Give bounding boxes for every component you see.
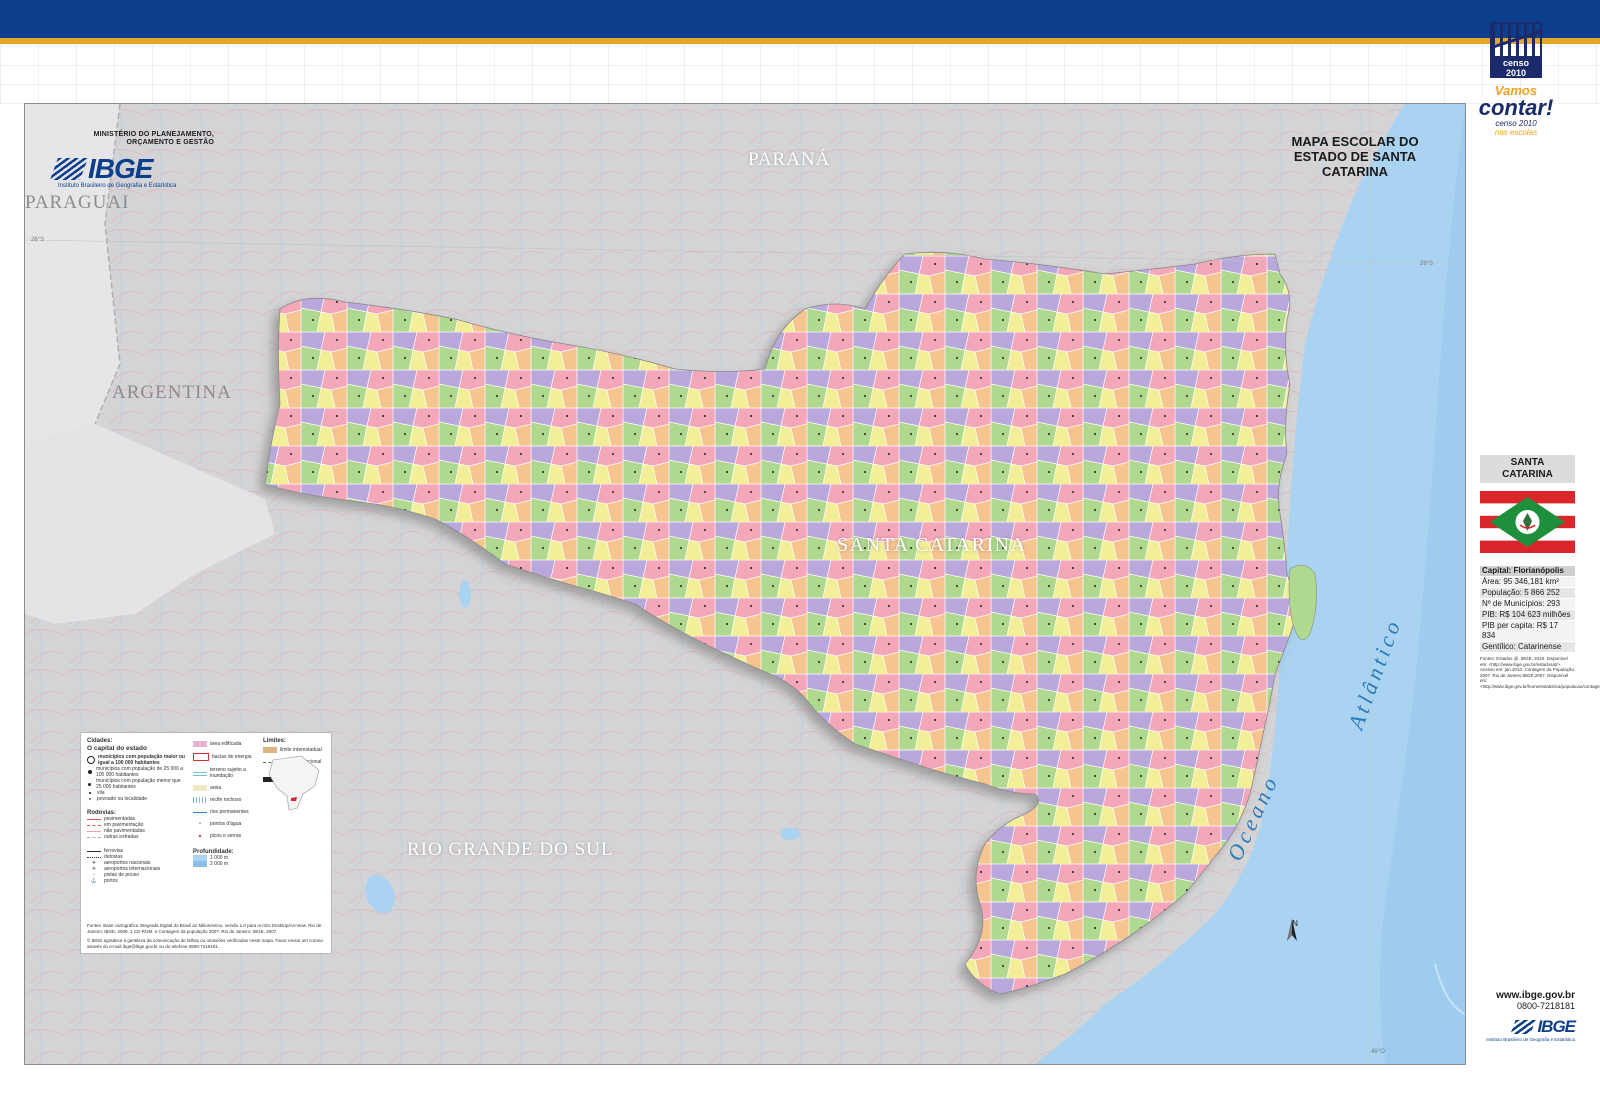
contar-text: contar!: [1478, 95, 1554, 120]
legend-area-row: ▲ picos e serras: [197, 833, 242, 839]
coord-label-bottom: 49°O: [1371, 1049, 1385, 1055]
santa-catarina-flag: [1480, 491, 1575, 553]
legend-city-row: municípios com população de 25 000 a 100…: [87, 766, 187, 778]
censo-sub2: nas escolas: [1494, 128, 1538, 137]
map-frame[interactable]: MINISTÉRIO DO PLANEJAMENTO, ORÇAMENTO E …: [24, 103, 1466, 1065]
label-parana: PARANÁ: [748, 149, 831, 170]
contact-block: www.ibge.gov.br 0800-7218181 IBGE Instit…: [1475, 990, 1576, 1042]
state-facts: Capital: Florianópolis Área: 95 346,181 …: [1480, 566, 1575, 652]
legend-city-row: povoado ou localidade: [87, 796, 187, 802]
censo-sub1: censo 2010: [1495, 119, 1537, 128]
censo-line1: censo: [1490, 58, 1542, 68]
legend-road-row: outras estradas: [87, 834, 187, 840]
legend-other-row: ⚓ portos: [90, 878, 118, 884]
ibge-logo-text: IBGE: [88, 153, 153, 184]
fact-pib-per-capita: PIB per capita: R$ 17 834: [1480, 621, 1575, 641]
phone-number: 0800-7218181: [1516, 1001, 1575, 1011]
state-name-box: SANTA CATARINA: [1480, 455, 1575, 483]
ibge-footer-sub: Instituto Brasileiro de Geografia e Esta…: [1486, 1037, 1575, 1042]
ibge-header: MINISTÉRIO DO PLANEJAMENTO, ORÇAMENTO E …: [49, 131, 214, 189]
fact-pib: PIB: R$ 104 623 milhões: [1480, 610, 1575, 620]
coord-label-left: 26°S: [31, 237, 45, 243]
legend-area-row: • pontos d'água: [199, 821, 242, 827]
legend-depth-row: 2 000 m: [193, 861, 257, 867]
legend-city-row: municípios com população maior ou igual …: [87, 754, 187, 766]
north-arrow: N: [1287, 919, 1303, 941]
legend-city-row: municípios com população menor que 25 00…: [87, 778, 187, 790]
legend-area-row: rios permanentes: [193, 809, 257, 815]
ministry-text: MINISTÉRIO DO PLANEJAMENTO, ORÇAMENTO E …: [93, 131, 214, 146]
censo-2010-logo[interactable]: censo 2010 Vamos contar! censo 2010 nas …: [1456, 22, 1576, 137]
state-name-line2: CATARINA: [1502, 469, 1553, 480]
fact-populacao: População: 5 866 252: [1480, 588, 1575, 598]
legend-area-row: bacias de energia: [193, 753, 257, 761]
map-legend: Cidades: O capital do estado municípios …: [80, 732, 332, 954]
label-paraguai: PARAGUAI: [25, 192, 130, 213]
legend-limites-heading: Limites:: [263, 738, 287, 744]
header-band: [0, 0, 1600, 38]
legend-footer-note: © IBGE agradece a gentileza da comunicaç…: [87, 938, 323, 949]
state-sources: Fontes: Estados @. IBGE, 2010. Disponíve…: [1480, 656, 1600, 689]
legend-area-row: areia: [193, 785, 257, 791]
ibge-footer-logo[interactable]: IBGE: [1475, 1017, 1576, 1037]
ibge-logo[interactable]: IBGE: [49, 153, 214, 185]
ibge-subtitle: Instituto Brasileiro de Geografia e Esta…: [58, 183, 177, 189]
label-rio-grande-do-sul: RIO GRANDE DO SUL: [407, 839, 614, 860]
legend-area-row: recife rochoso: [193, 797, 257, 803]
coord-label-right: 26°S: [1420, 261, 1434, 267]
state-info-card: SANTA CATARINA Capital: Florianópolis Ár…: [1480, 455, 1600, 689]
legend-area-row: terreno sujeito a inundação: [193, 767, 257, 779]
legend-capital: O capital do estado: [87, 745, 147, 752]
legend-source-note: Fontes: Base cartográfica Integrada Digi…: [87, 923, 322, 934]
ibge-footer-mark-icon: [1510, 1020, 1536, 1034]
legend-area-row: área edificada: [193, 741, 257, 747]
fact-capital: Capital: Florianópolis: [1480, 566, 1575, 576]
label-argentina: ARGENTINA: [112, 382, 232, 403]
brazil-locator-map: [268, 755, 320, 811]
north-arrow-icon: [1287, 919, 1297, 941]
fact-gentilico: Gentílico: Catarinense: [1480, 642, 1575, 652]
censo-line2: 2010: [1490, 68, 1542, 78]
fact-area: Área: 95 346,181 km²: [1480, 577, 1575, 587]
label-santa-catarina: SANTA CATARINA: [837, 534, 1027, 556]
map-title: MAPA ESCOLAR DO ESTADO DE SANTA CATARINA: [1291, 134, 1419, 179]
state-name-line1: SANTA: [1510, 457, 1545, 468]
ibge-mark-icon: [49, 158, 89, 180]
fact-municipios: Nº de Municípios: 293: [1480, 599, 1575, 609]
ibge-footer-text: IBGE: [1537, 1017, 1576, 1036]
website-link[interactable]: www.ibge.gov.br: [1475, 990, 1575, 1001]
censo-tally-icon: [1490, 22, 1542, 58]
decorative-pattern: [0, 44, 1600, 104]
legend-cidades-heading: Cidades:: [87, 738, 113, 744]
